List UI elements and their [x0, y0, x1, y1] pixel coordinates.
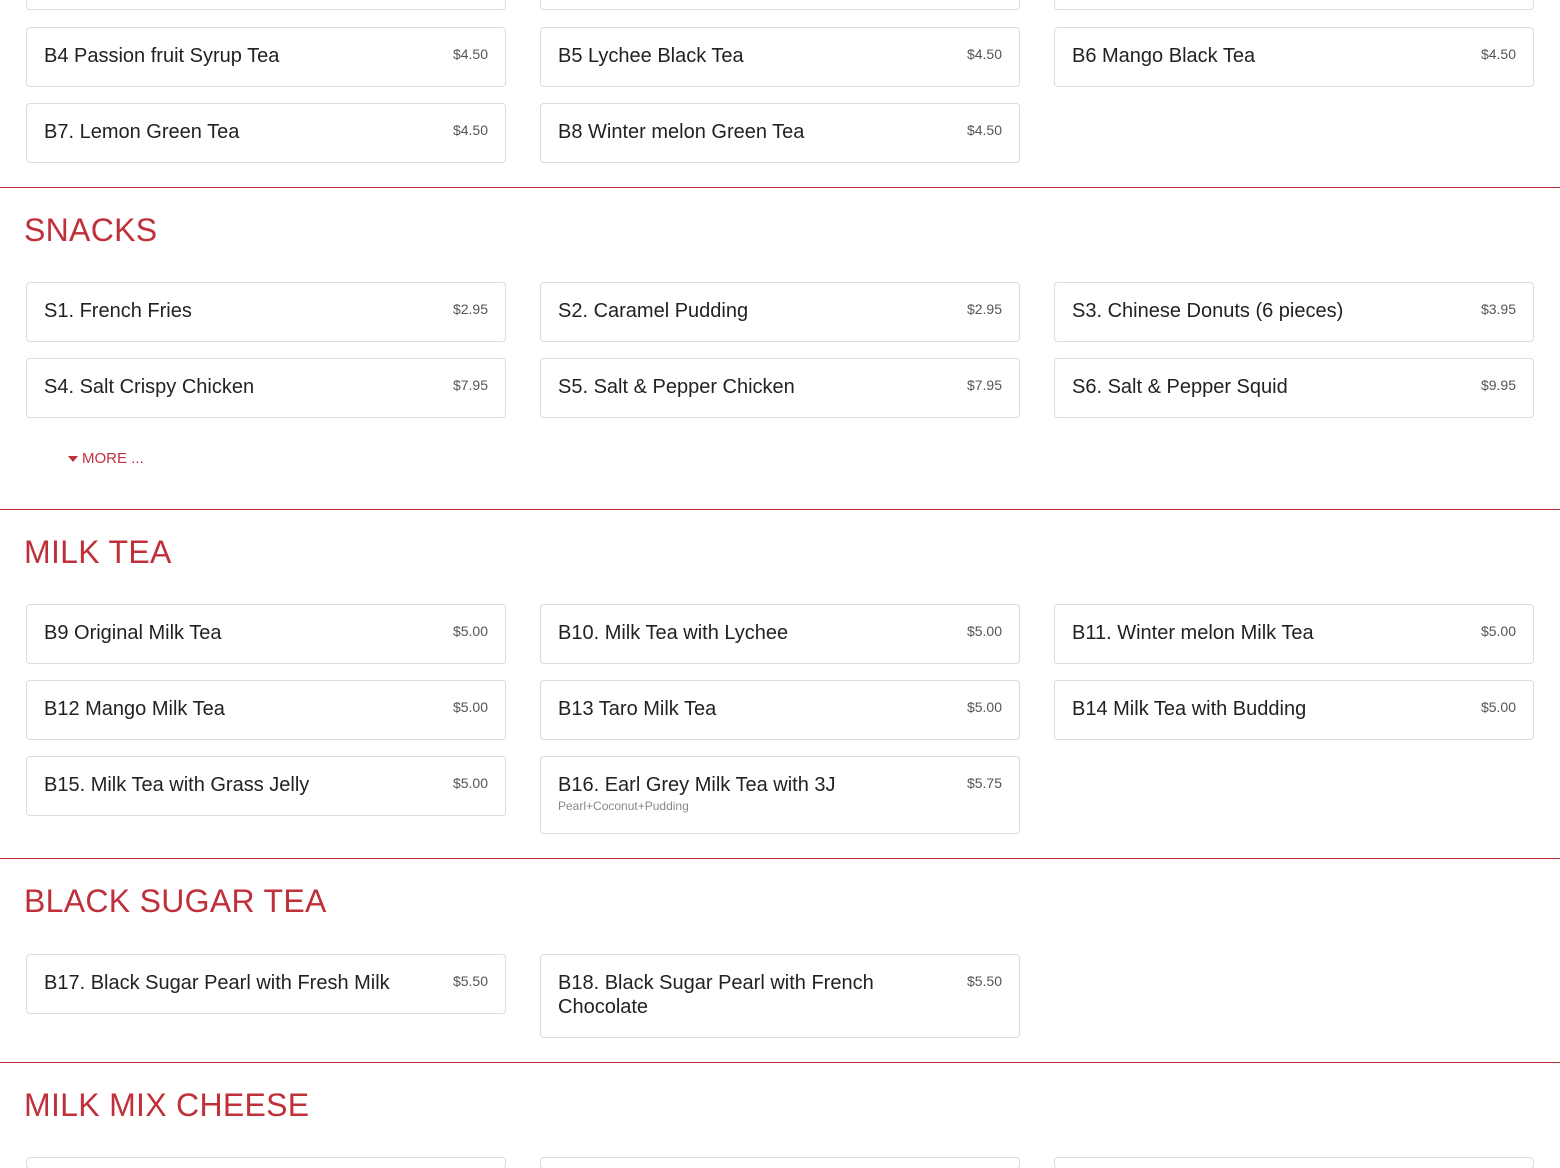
item-price: $9.95 [1480, 377, 1516, 393]
menu-item-card[interactable]: S3. Chinese Donuts (6 pieces) $3.95 [1054, 282, 1534, 342]
menu-item-card[interactable]: B16. Earl Grey Milk Tea with 3J Pearl+Co… [540, 756, 1020, 834]
menu-item-card-partial[interactable] [540, 1157, 1020, 1168]
menu-item-card[interactable]: B4 Passion fruit Syrup Tea $4.50 [26, 27, 506, 87]
section-title-milk-mix-cheese: MILK MIX CHEESE [24, 1087, 310, 1123]
section-title-milk-tea: MILK TEA [24, 534, 172, 570]
item-price: $5.00 [452, 775, 488, 791]
item-name: B18. Black Sugar Pearl with French Choco… [558, 972, 874, 1018]
item-name: S1. French Fries [44, 300, 192, 322]
item-price: $5.00 [1480, 623, 1516, 639]
item-name: B8 Winter melon Green Tea [558, 121, 805, 143]
item-price: $2.95 [966, 301, 1002, 317]
item-price: $4.50 [966, 122, 1002, 138]
menu-item-card[interactable]: S1. French Fries $2.95 [26, 282, 506, 342]
menu-item-card[interactable]: S6. Salt & Pepper Squid $9.95 [1054, 358, 1534, 418]
item-name: B6 Mango Black Tea [1072, 45, 1256, 67]
item-price: $3.95 [1480, 301, 1516, 317]
item-price: $5.00 [1480, 699, 1516, 715]
more-button[interactable]: MORE ... [68, 450, 144, 467]
menu-item-card[interactable]: B18. Black Sugar Pearl with French Choco… [540, 954, 1020, 1038]
item-price: $4.50 [1480, 46, 1516, 62]
item-name: B14 Milk Tea with Budding [1072, 698, 1307, 720]
menu-item-card-partial[interactable] [26, 1157, 506, 1168]
menu-item-card[interactable]: B10. Milk Tea with Lychee $5.00 [540, 604, 1020, 664]
item-price: $4.50 [452, 46, 488, 62]
item-name: B9 Original Milk Tea [44, 622, 222, 644]
section-title-snacks: SNACKS [24, 212, 158, 248]
section-divider [0, 858, 1560, 859]
menu-item-card[interactable]: S4. Salt Crispy Chicken $7.95 [26, 358, 506, 418]
menu-item-card[interactable]: B11. Winter melon Milk Tea $5.00 [1054, 604, 1534, 664]
menu-item-card[interactable]: B8 Winter melon Green Tea $4.50 [540, 103, 1020, 163]
menu-item-card[interactable]: B5 Lychee Black Tea $4.50 [540, 27, 1020, 87]
item-name: B17. Black Sugar Pearl with Fresh Milk [44, 972, 390, 994]
menu-item-card-partial[interactable] [1054, 1157, 1534, 1168]
section-divider [0, 509, 1560, 510]
item-name: B7. Lemon Green Tea [44, 121, 240, 143]
item-price: $5.00 [452, 623, 488, 639]
item-price: $5.00 [966, 699, 1002, 715]
caret-down-icon [68, 455, 78, 462]
item-price: $2.95 [452, 301, 488, 317]
menu-item-card-partial[interactable] [1054, 0, 1534, 10]
item-name: B16. Earl Grey Milk Tea with 3J [558, 774, 836, 796]
item-name: B10. Milk Tea with Lychee [558, 622, 789, 644]
item-name: B12 Mango Milk Tea [44, 698, 225, 720]
item-name: B15. Milk Tea with Grass Jelly [44, 774, 310, 796]
item-price: $5.75 [966, 775, 1002, 791]
item-name: B11. Winter melon Milk Tea [1072, 622, 1314, 644]
menu-item-card-partial[interactable] [26, 0, 506, 10]
item-name: S5. Salt & Pepper Chicken [558, 376, 795, 398]
item-price: $4.50 [966, 46, 1002, 62]
section-divider [0, 1062, 1560, 1063]
item-price: $4.50 [452, 122, 488, 138]
menu-item-card[interactable]: B12 Mango Milk Tea $5.00 [26, 680, 506, 740]
item-price: $7.95 [452, 377, 488, 393]
item-name: S6. Salt & Pepper Squid [1072, 376, 1288, 398]
item-price: $5.00 [966, 623, 1002, 639]
item-description: Pearl+Coconut+Pudding [558, 799, 689, 813]
menu-item-card[interactable]: B13 Taro Milk Tea $5.00 [540, 680, 1020, 740]
menu-item-card[interactable]: B17. Black Sugar Pearl with Fresh Milk $… [26, 954, 506, 1014]
menu-item-card[interactable]: B7. Lemon Green Tea $4.50 [26, 103, 506, 163]
menu-item-card[interactable]: B6 Mango Black Tea $4.50 [1054, 27, 1534, 87]
menu-item-card[interactable]: B9 Original Milk Tea $5.00 [26, 604, 506, 664]
item-price: $5.50 [966, 973, 1002, 989]
menu-item-card[interactable]: B15. Milk Tea with Grass Jelly $5.00 [26, 756, 506, 816]
menu-item-card[interactable]: B14 Milk Tea with Budding $5.00 [1054, 680, 1534, 740]
menu-item-card[interactable]: S2. Caramel Pudding $2.95 [540, 282, 1020, 342]
item-price: $7.95 [966, 377, 1002, 393]
more-label: MORE ... [82, 450, 144, 467]
menu-item-card-partial[interactable] [540, 0, 1020, 10]
item-name: S4. Salt Crispy Chicken [44, 376, 255, 398]
item-name: B5 Lychee Black Tea [558, 45, 744, 67]
section-divider [0, 187, 1560, 188]
item-name: B4 Passion fruit Syrup Tea [44, 45, 280, 67]
item-name: S2. Caramel Pudding [558, 300, 749, 322]
item-price: $5.50 [452, 973, 488, 989]
menu-item-card[interactable]: S5. Salt & Pepper Chicken $7.95 [540, 358, 1020, 418]
item-price: $5.00 [452, 699, 488, 715]
item-name: S3. Chinese Donuts (6 pieces) [1072, 300, 1344, 322]
section-title-black-sugar-tea: BLACK SUGAR TEA [24, 883, 327, 919]
item-name: B13 Taro Milk Tea [558, 698, 717, 720]
